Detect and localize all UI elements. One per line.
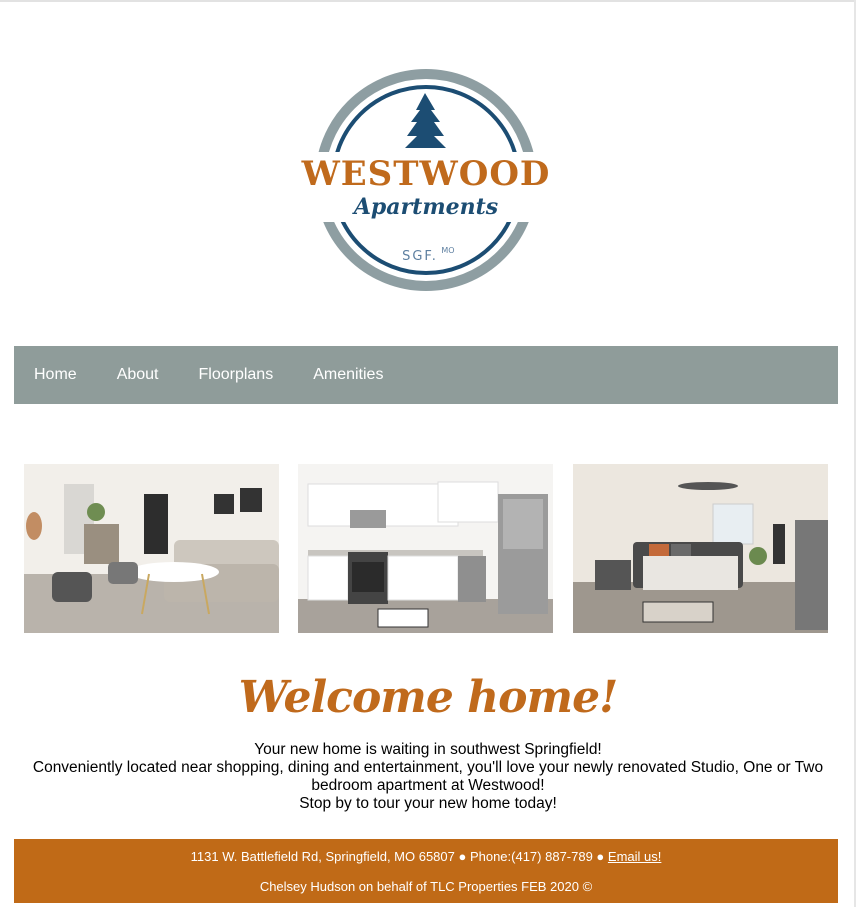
intro-line-2: Conveniently located near shopping, dini… bbox=[32, 759, 824, 794]
footer-credit: Chelsey Hudson on behalf of TLC Properti… bbox=[259, 879, 593, 894]
photo-kitchen[interactable] bbox=[298, 464, 553, 633]
logo-graphic: WESTWOOD Apartments SGF. MO bbox=[270, 69, 586, 291]
main-nav: Home About Floorplans Amenities bbox=[14, 346, 838, 404]
page-top-border bbox=[0, 0, 856, 2]
kitchen-image bbox=[298, 464, 553, 633]
photo-bedroom[interactable] bbox=[573, 464, 828, 633]
logo-city-text: SGF. bbox=[402, 249, 438, 264]
bedroom-image bbox=[573, 464, 828, 633]
footer-contact-line: 1131 W. Battlefield Rd, Springfield, MO … bbox=[14, 849, 838, 864]
westwood-logo[interactable]: WESTWOOD Apartments SGF. MO bbox=[270, 60, 586, 300]
welcome-heading: Welcome home! bbox=[238, 672, 619, 723]
nav-amenities[interactable]: Amenities bbox=[313, 366, 383, 384]
living-room-image bbox=[24, 464, 279, 633]
nav-home[interactable]: Home bbox=[34, 366, 77, 384]
email-us-link[interactable]: Email us! bbox=[608, 849, 661, 864]
footer-contact: 1131 W. Battlefield Rd, Springfield, MO … bbox=[190, 849, 605, 864]
logo-state-text: MO bbox=[441, 246, 454, 255]
site-footer: 1131 W. Battlefield Rd, Springfield, MO … bbox=[14, 839, 838, 903]
welcome-intro: Your new home is waiting in southwest Sp… bbox=[14, 741, 842, 813]
nav-floorplans[interactable]: Floorplans bbox=[199, 366, 274, 384]
nav-about[interactable]: About bbox=[117, 366, 159, 384]
logo-brand-text: WESTWOOD bbox=[301, 154, 551, 194]
pine-tree-icon bbox=[405, 93, 446, 148]
intro-line-3: Stop by to tour your new home today! bbox=[299, 795, 557, 812]
logo-sub-text: Apartments bbox=[352, 194, 498, 220]
intro-line-1: Your new home is waiting in southwest Sp… bbox=[254, 741, 602, 758]
photo-living-room[interactable] bbox=[24, 464, 279, 633]
